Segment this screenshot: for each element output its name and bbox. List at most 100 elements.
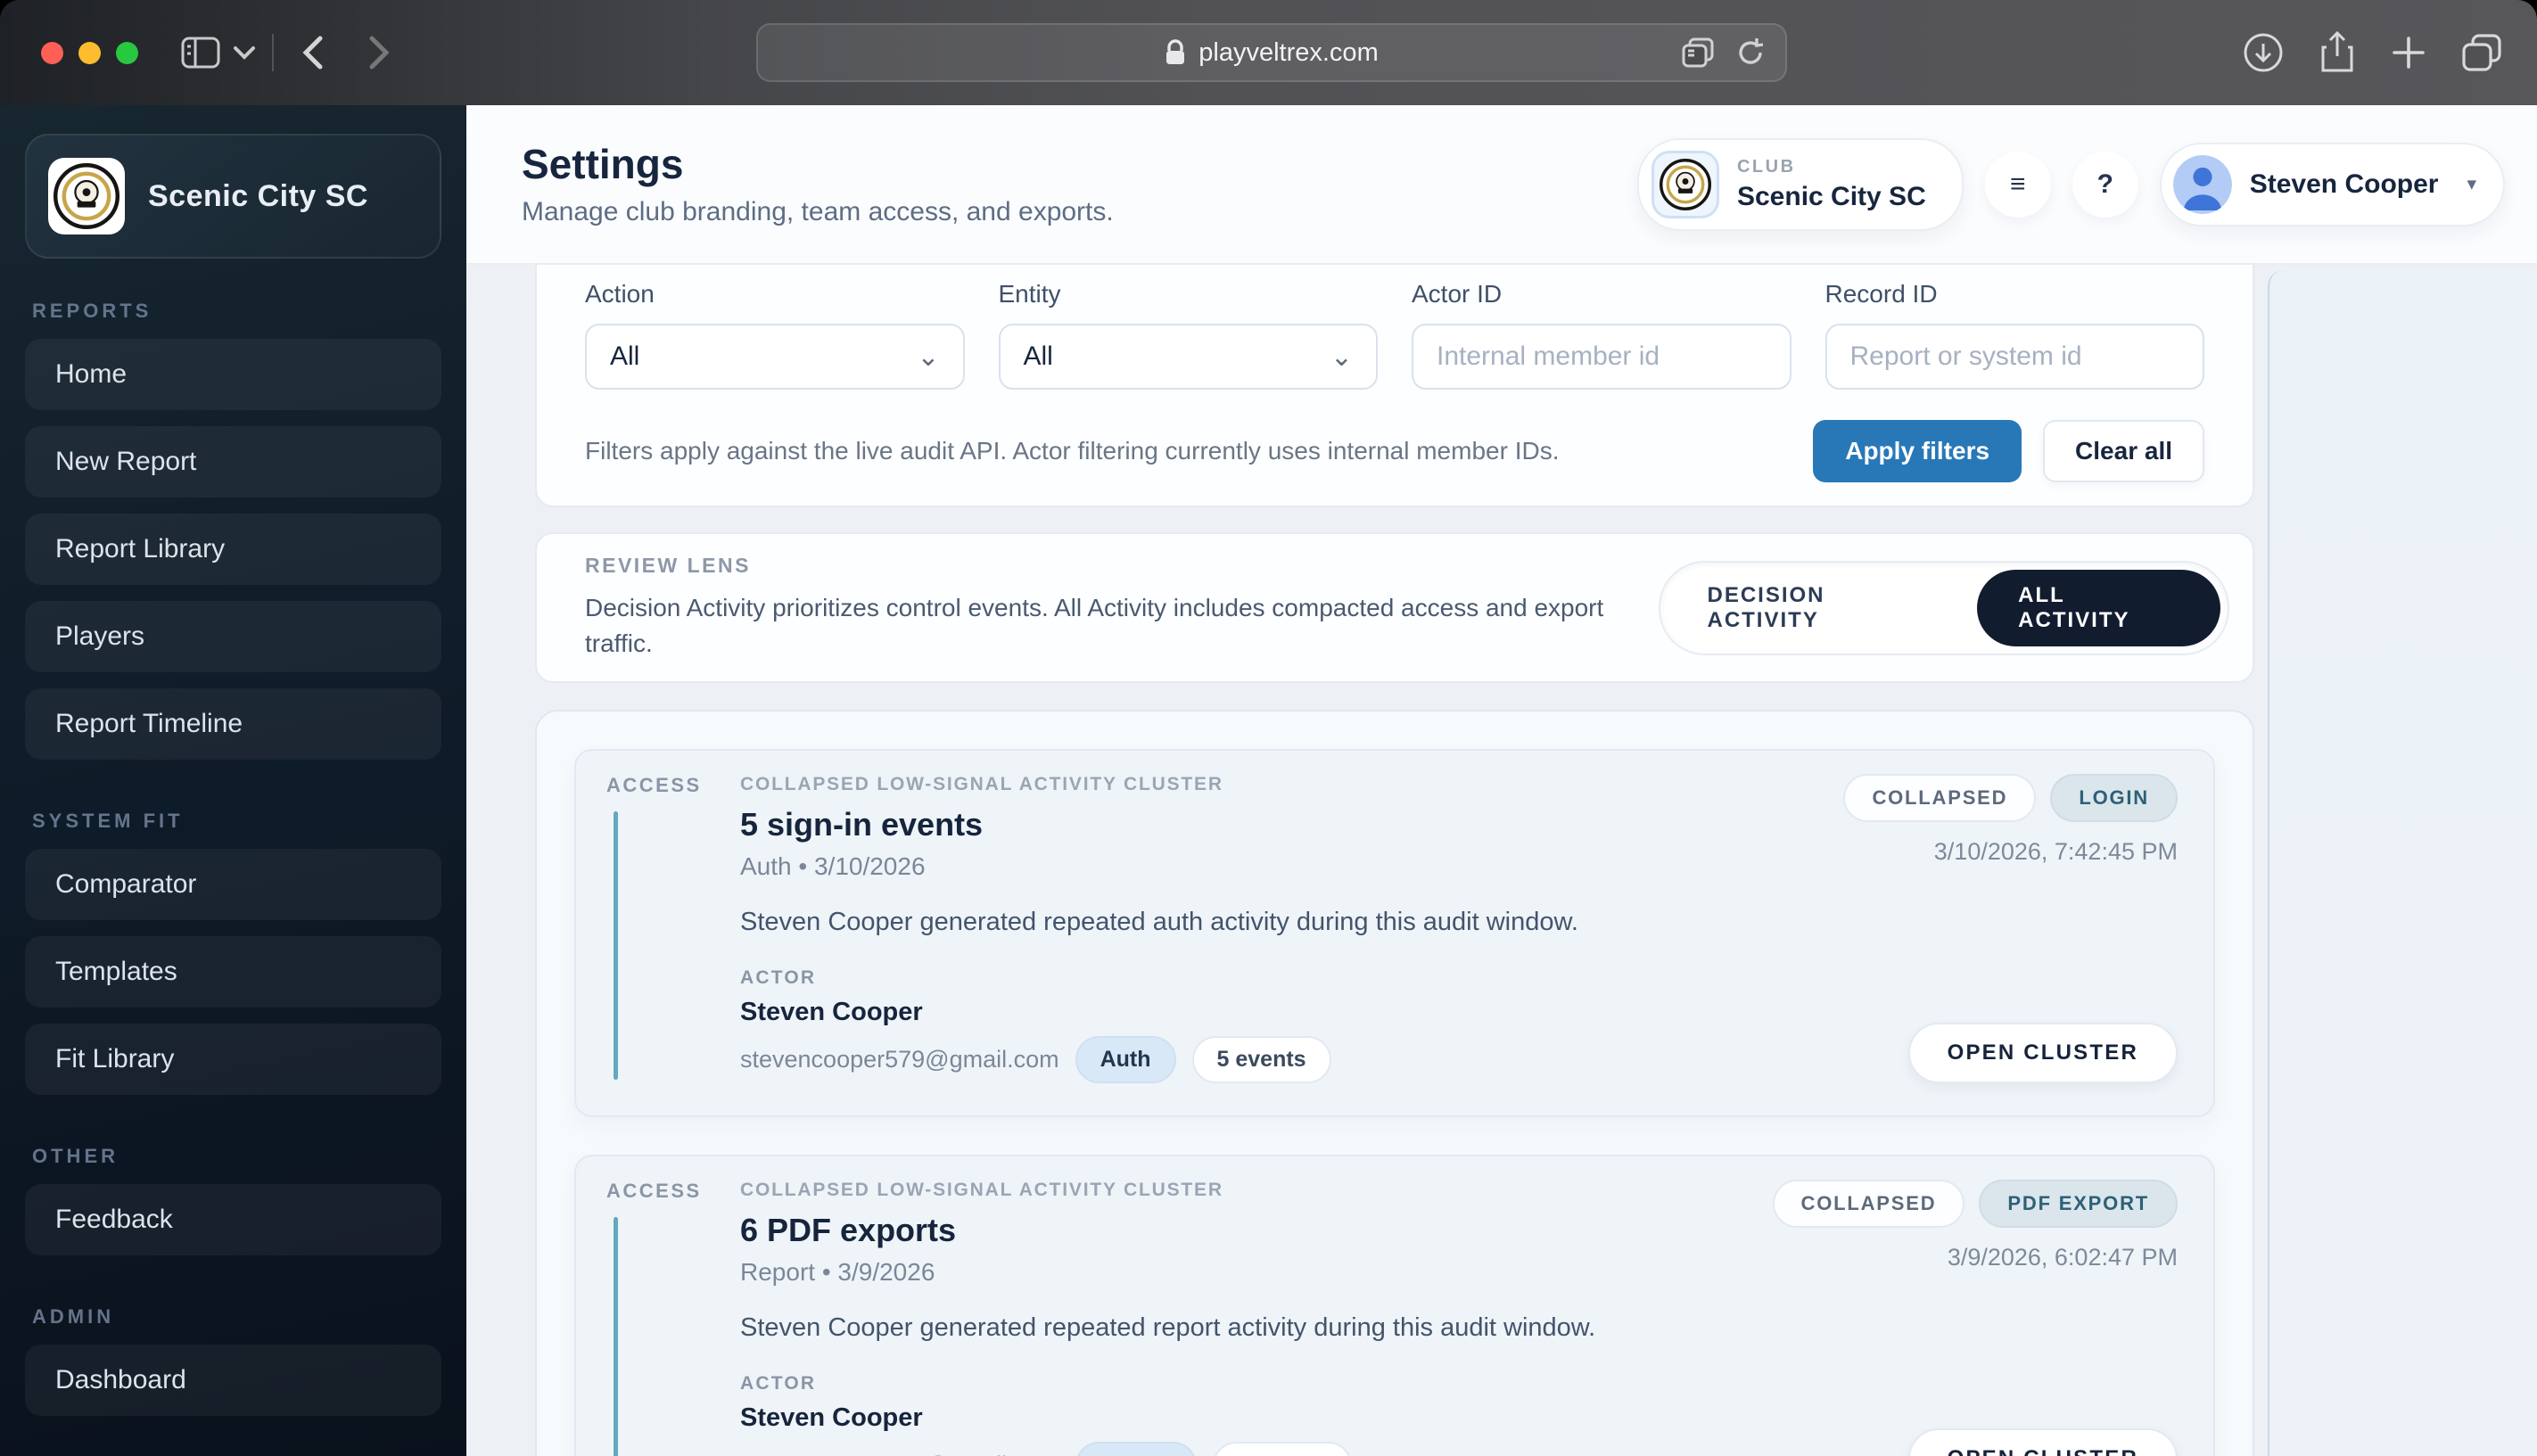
user-name: Steven Cooper [2249,169,2439,199]
filters-panel: Action All ⌄ Entity All ⌄ Actor ID Inter… [535,265,2254,507]
record-id-input[interactable] [1824,324,2204,390]
record-id-label: Record ID [1824,280,1938,308]
cluster-kicker: COLLAPSED LOW-SIGNAL ACTIVITY CLUSTER [740,1180,1223,1200]
sidebar-item-templates[interactable]: Templates [25,936,441,1008]
sidebar-item-new-report[interactable]: New Report [25,426,441,498]
sidebar-item-fit-library[interactable]: Fit Library [25,1024,441,1095]
club-crest-icon [48,158,125,234]
sidebar-item-dashboard[interactable]: Dashboard [25,1345,441,1416]
cluster-timestamp: 3/10/2026, 7:42:45 PM [1933,838,2178,865]
activity-list: ACCESS COLLAPSED LOW-SIGNAL ACTIVITY CLU… [535,710,2254,1456]
toolbar-divider [272,34,274,71]
sidebar-section-admin: ADMIN [32,1305,115,1328]
filters-hint: Filters apply against the live audit API… [585,437,1560,465]
page-subtitle: Manage club branding, team access, and e… [522,196,1114,226]
zoom-window-button[interactable] [116,41,138,64]
browser-window: playveltrex.com Scenic City SC REPORTS H… [0,0,2537,1456]
sidebar: Scenic City SC REPORTS Home New Report R… [0,105,466,1456]
chevron-down-icon[interactable] [233,45,256,60]
club-label: CLUB [1736,156,1796,177]
menu-icon[interactable]: ≡ [1984,151,2051,218]
clear-all-button[interactable]: Clear all [2043,420,2204,482]
right-panel [2268,270,2537,1456]
minimize-window-button[interactable] [78,41,101,64]
action-filter-label: Action [585,280,655,308]
user-menu[interactable]: Steven Cooper ▾ [2159,142,2505,226]
sidebar-section-reports: REPORTS [32,300,152,322]
cluster-kicker: COLLAPSED LOW-SIGNAL ACTIVITY CLUSTER [740,774,1223,794]
apply-filters-button[interactable]: Apply filters [1813,420,2022,482]
help-icon[interactable]: ? [2072,151,2138,218]
review-lens-label: REVIEW LENS [585,554,751,577]
traffic-lights [41,41,138,64]
status-badge: COLLAPSED [1843,774,2037,822]
cluster-card: ACCESS COLLAPSED LOW-SIGNAL ACTIVITY CLU… [574,749,2215,1117]
sidebar-section-system-fit: SYSTEM FIT [32,810,184,832]
sidebar-section-other: OTHER [32,1145,119,1167]
sidebar-item-report-timeline[interactable]: Report Timeline [25,688,441,760]
back-icon[interactable] [302,35,324,70]
review-lens-description: Decision Activity prioritizes control ev… [585,594,1604,657]
chevron-down-icon: ⌄ [917,341,940,372]
club-name: Scenic City SC [1736,181,1926,211]
new-tab-icon[interactable] [2391,35,2426,70]
open-cluster-button[interactable]: OPEN CLUSTER [1907,1023,2178,1083]
content-area: Action All ⌄ Entity All ⌄ Actor ID Inter… [466,265,2537,1456]
review-lens-toggle: DECISION ACTIVITY ALL ACTIVITY [1659,560,2229,655]
browser-toolbar: playveltrex.com [0,0,2537,105]
sidebar-club-name: Scenic City SC [148,178,368,213]
tag-report: Report [1075,1442,1198,1456]
club-crest-icon [1651,150,1719,218]
tag-auth: Auth [1075,1036,1176,1083]
forward-icon[interactable] [368,35,390,70]
actor-label: ACTOR [740,967,817,988]
sidebar-item-players[interactable]: Players [25,601,441,672]
share-icon[interactable] [2319,31,2355,74]
sidebar-item-report-library[interactable]: Report Library [25,514,441,585]
entity-filter-label: Entity [998,280,1061,308]
download-icon[interactable] [2243,32,2284,73]
open-cluster-button[interactable]: OPEN CLUSTER [1907,1428,2178,1456]
review-lens-card: REVIEW LENS Decision Activity prioritize… [535,532,2254,683]
reload-icon[interactable] [1735,37,1766,68]
sidebar-item-comparator[interactable]: Comparator [25,849,441,920]
sidebar-toggle-icon[interactable] [181,37,220,69]
chevron-down-icon: ▾ [2467,174,2476,194]
tag-event-count: 6 events [1213,1442,1353,1456]
close-window-button[interactable] [41,41,63,64]
entity-select[interactable]: All ⌄ [998,324,1378,390]
club-switcher[interactable]: CLUB Scenic City SC [1636,137,1964,231]
cluster-card: ACCESS COLLAPSED LOW-SIGNAL ACTIVITY CLU… [574,1155,2215,1456]
accent-bar [614,811,618,1080]
lock-icon [1166,39,1185,64]
toggle-decision-activity[interactable]: DECISION ACTIVITY [1668,583,1977,633]
sidebar-item-home[interactable]: Home [25,339,441,410]
tag-event-count: 5 events [1191,1036,1331,1083]
actor-label: ACTOR [740,1373,817,1394]
action-select[interactable]: All ⌄ [585,324,965,390]
actor-name: Steven Cooper [740,998,923,1026]
cluster-title: 5 sign-in events [740,806,984,843]
chevron-down-icon: ⌄ [1330,341,1353,372]
cluster-description: Steven Cooper generated repeated report … [740,1313,1596,1342]
page-title: Settings [522,140,684,187]
scroll-region: Action All ⌄ Entity All ⌄ Actor ID Inter… [535,265,2254,1456]
sidebar-club-card[interactable]: Scenic City SC [25,134,441,259]
page-header: Settings Manage club branding, team acce… [466,105,2537,265]
actor-id-input[interactable] [1412,324,1792,390]
cluster-meta: Report • 3/9/2026 [740,1258,935,1286]
sidebar-item-feedback[interactable]: Feedback [25,1184,441,1255]
toggle-all-activity[interactable]: ALL ACTIVITY [1977,569,2220,646]
address-bar[interactable]: playveltrex.com [756,23,1787,82]
cluster-meta: Auth • 3/10/2026 [740,852,926,880]
action-select-value: All [610,341,640,371]
cluster-timestamp: 3/9/2026, 6:02:47 PM [1947,1244,2178,1271]
type-badge: PDF EXPORT [1979,1180,2178,1228]
cluster-description: Steven Cooper generated repeated auth ac… [740,908,1578,936]
type-badge: LOGIN [2050,774,2178,822]
access-label: ACCESS [606,774,702,796]
page-menu-icon[interactable] [1682,37,1714,68]
tabs-icon[interactable] [2462,34,2501,71]
cluster-title: 6 PDF exports [740,1212,957,1248]
entity-select-value: All [1023,341,1053,371]
